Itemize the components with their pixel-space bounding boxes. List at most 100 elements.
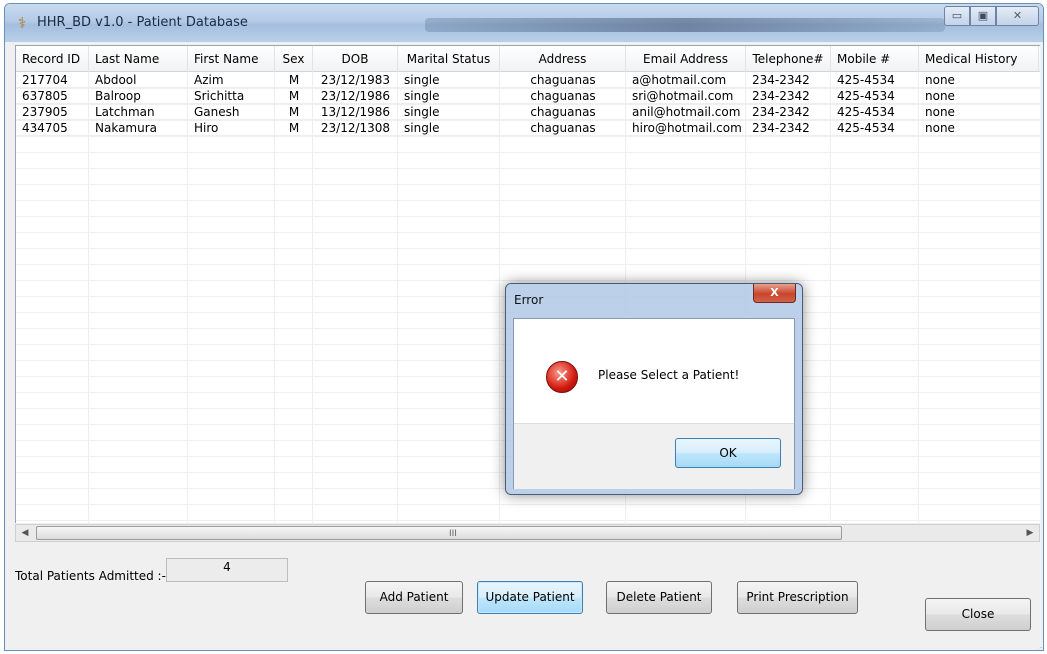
table-cell[interactable]: Balroop bbox=[89, 88, 188, 104]
total-patients-value: 4 bbox=[166, 558, 288, 582]
table-cell[interactable]: Hiro bbox=[188, 120, 275, 136]
table-row[interactable]: 637805 Balroop Srichitta M 23/12/1986 single c… bbox=[16, 88, 1040, 104]
grid-row-divider bbox=[16, 184, 1040, 185]
close-button[interactable]: Close bbox=[925, 598, 1031, 631]
table-cell[interactable]: single bbox=[398, 120, 500, 136]
table-cell[interactable]: 23/12/1983 bbox=[313, 72, 398, 88]
table-row[interactable]: 217704 Abdool Azim M 23/12/1983 single chaguan… bbox=[16, 72, 1040, 88]
table-cell[interactable]: single bbox=[398, 104, 500, 120]
table-cell[interactable]: 425-4534 bbox=[831, 72, 919, 88]
table-cell[interactable]: 234-2342 bbox=[746, 120, 831, 136]
table-row[interactable]: 237905 Latchman Ganesh M 13/12/1986 single cha… bbox=[16, 104, 1040, 120]
add-patient-button[interactable]: Add Patient bbox=[365, 581, 463, 614]
grid-row-divider bbox=[16, 232, 1040, 233]
scroll-left-arrow-icon[interactable]: ◀ bbox=[16, 525, 34, 541]
scrollbar-grip-icon: III bbox=[449, 529, 457, 539]
table-cell[interactable]: Srichitta bbox=[188, 88, 275, 104]
column-header[interactable]: Address bbox=[500, 46, 626, 72]
table-cell[interactable]: M bbox=[275, 88, 313, 104]
column-header[interactable]: Email Address bbox=[626, 46, 746, 72]
column-header[interactable]: Medical History bbox=[919, 46, 1039, 72]
table-cell[interactable]: hiro@hotmail.com bbox=[626, 120, 746, 136]
table-cell[interactable]: 23/12/1986 bbox=[313, 88, 398, 104]
table-cell[interactable]: chaguanas bbox=[500, 104, 626, 120]
window-controls: ▭ ▣ ✕ bbox=[944, 6, 1039, 26]
grid-row-divider bbox=[16, 88, 1040, 89]
delete-patient-button[interactable]: Delete Patient bbox=[606, 581, 712, 614]
table-cell[interactable]: a@hotmail.com bbox=[626, 72, 746, 88]
table-cell[interactable]: Abdool bbox=[89, 72, 188, 88]
dialog-title: Error bbox=[514, 293, 544, 307]
table-cell[interactable]: single bbox=[398, 88, 500, 104]
table-cell[interactable]: none bbox=[919, 104, 1039, 120]
table-cell[interactable]: chaguanas bbox=[500, 88, 626, 104]
dialog-body: ✕ Please Select a Patient! OK bbox=[513, 318, 795, 489]
table-cell[interactable]: none bbox=[919, 72, 1039, 88]
column-header[interactable]: DOB bbox=[313, 46, 398, 72]
update-patient-button[interactable]: Update Patient bbox=[477, 581, 583, 614]
blurred-background-window bbox=[425, 18, 945, 32]
scrollbar-thumb[interactable]: III bbox=[36, 526, 842, 540]
table-cell[interactable]: anil@hotmail.com bbox=[626, 104, 746, 120]
table-cell[interactable]: 425-4534 bbox=[831, 88, 919, 104]
table-cell[interactable]: 425-4534 bbox=[831, 104, 919, 120]
grid-row-divider bbox=[16, 152, 1040, 153]
table-cell[interactable]: 13/12/1986 bbox=[313, 104, 398, 120]
grid-header-row: Record ID Last Name First Name Sex DOB Marita… bbox=[16, 46, 1040, 72]
grid-row-divider bbox=[16, 520, 1040, 521]
total-patients-label: Total Patients Admitted :- bbox=[15, 569, 166, 583]
grid-row-divider bbox=[16, 216, 1040, 217]
table-cell[interactable]: M bbox=[275, 120, 313, 136]
table-cell[interactable]: Nakamura bbox=[89, 120, 188, 136]
print-prescription-button[interactable]: Print Prescription bbox=[737, 581, 858, 614]
table-cell[interactable]: 237905 bbox=[16, 104, 89, 120]
grid-row-divider bbox=[16, 168, 1040, 169]
table-cell[interactable]: 234-2342 bbox=[746, 104, 831, 120]
grid-row-divider bbox=[16, 280, 1040, 281]
minimize-button[interactable]: ▭ bbox=[944, 6, 970, 26]
column-header[interactable]: Marital Status bbox=[398, 46, 500, 72]
ok-button[interactable]: OK bbox=[675, 438, 781, 468]
table-cell[interactable]: 217704 bbox=[16, 72, 89, 88]
table-cell[interactable]: 434705 bbox=[16, 120, 89, 136]
column-header[interactable]: Telephone# bbox=[746, 46, 831, 72]
column-header[interactable]: Record ID bbox=[16, 46, 89, 72]
window-title: HHR_BD v1.0 - Patient Database bbox=[37, 15, 248, 30]
table-cell[interactable]: single bbox=[398, 72, 500, 88]
table-cell[interactable]: M bbox=[275, 104, 313, 120]
caduceus-app-icon: ⚕ bbox=[17, 14, 27, 32]
table-row[interactable]: 434705 Nakamura Hiro M 23/12/1308 single chagu… bbox=[16, 120, 1040, 136]
window-close-button[interactable]: ✕ bbox=[996, 6, 1039, 26]
table-cell[interactable]: none bbox=[919, 88, 1039, 104]
table-cell[interactable]: none bbox=[919, 120, 1039, 136]
dialog-close-button[interactable]: X bbox=[753, 284, 796, 303]
table-cell[interactable]: 637805 bbox=[16, 88, 89, 104]
table-cell[interactable]: chaguanas bbox=[500, 120, 626, 136]
table-cell[interactable]: 23/12/1308 bbox=[313, 120, 398, 136]
grid-row-divider bbox=[16, 264, 1040, 265]
grid-row-divider bbox=[16, 248, 1040, 249]
table-cell[interactable]: 234-2342 bbox=[746, 88, 831, 104]
table-cell[interactable]: sri@hotmail.com bbox=[626, 88, 746, 104]
horizontal-scrollbar[interactable]: ◀ III ▶ bbox=[15, 524, 1040, 542]
table-cell[interactable]: chaguanas bbox=[500, 72, 626, 88]
scroll-right-arrow-icon[interactable]: ▶ bbox=[1021, 525, 1039, 541]
column-header[interactable]: First Name bbox=[188, 46, 275, 72]
table-cell[interactable]: 425-4534 bbox=[831, 120, 919, 136]
grid-row-divider bbox=[16, 104, 1040, 105]
column-header[interactable]: Mobile # bbox=[831, 46, 919, 72]
table-cell[interactable]: 234-2342 bbox=[746, 72, 831, 88]
column-header[interactable]: Sex bbox=[275, 46, 313, 72]
table-cell[interactable]: Ganesh bbox=[188, 104, 275, 120]
error-message: Please Select a Patient! bbox=[598, 368, 740, 382]
grid-row-divider bbox=[16, 136, 1040, 137]
table-cell[interactable]: Latchman bbox=[89, 104, 188, 120]
maximize-button[interactable]: ▣ bbox=[970, 6, 996, 26]
grid-row-divider bbox=[16, 120, 1040, 121]
resize-grip-icon[interactable]: ⋰ bbox=[1037, 643, 1045, 652]
column-header[interactable]: Last Name bbox=[89, 46, 188, 72]
table-cell[interactable]: Azim bbox=[188, 72, 275, 88]
error-icon: ✕ bbox=[546, 361, 578, 393]
table-cell[interactable]: M bbox=[275, 72, 313, 88]
title-bar[interactable]: ⚕ HHR_BD v1.0 - Patient Database ▭ ▣ ✕ bbox=[5, 4, 1043, 42]
